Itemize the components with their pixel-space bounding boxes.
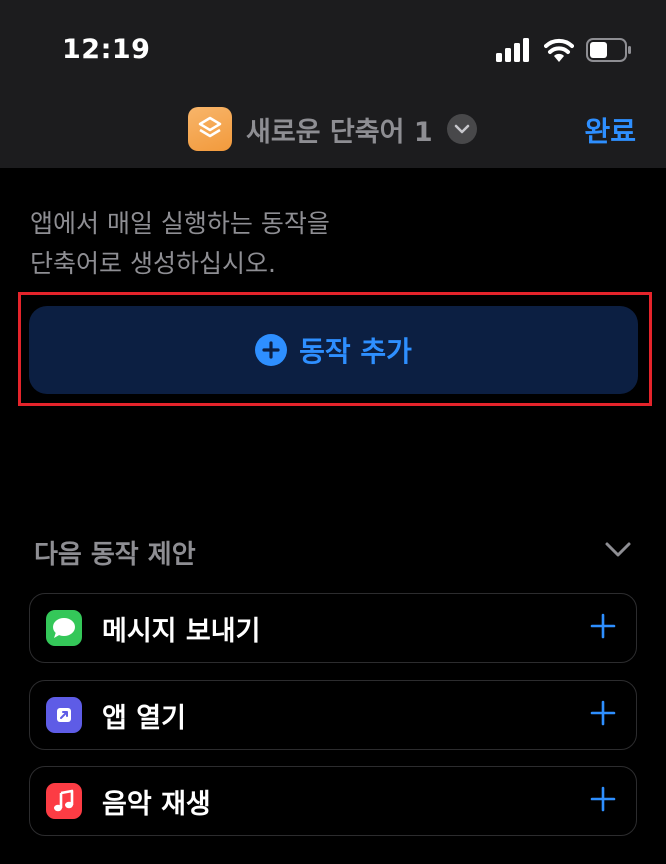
- add-action-button[interactable]: 동작 추가: [29, 306, 638, 394]
- status-icons: [496, 38, 632, 66]
- suggestion-label: 메시지 보내기: [102, 615, 261, 647]
- music-icon: [46, 783, 82, 819]
- suggestion-row-play-music[interactable]: 음악 재생: [29, 766, 637, 836]
- suggestions-title: 다음 동작 제안: [34, 539, 196, 570]
- add-icon[interactable]: [590, 613, 616, 643]
- suggestion-label: 앱 열기: [102, 702, 186, 734]
- add-icon[interactable]: [590, 700, 616, 730]
- suggestion-row-open-app[interactable]: 앱 열기: [29, 680, 637, 750]
- shortcut-title: 새로운 단축어 1: [246, 116, 433, 148]
- shortcuts-app-icon: [188, 107, 232, 151]
- description: 앱에서 매일 실행하는 동작을 단축어로 생성하십시오.: [30, 204, 630, 284]
- suggestions-header: 다음 동작 제안: [34, 530, 632, 574]
- suggestion-label: 음악 재생: [102, 788, 211, 820]
- chevron-down-icon[interactable]: [604, 541, 632, 563]
- add-icon[interactable]: [590, 786, 616, 816]
- cellular-signal-icon: [496, 38, 532, 66]
- chevron-down-icon[interactable]: [446, 114, 477, 144]
- messages-icon: [46, 610, 82, 646]
- add-action-label: 동작 추가: [299, 335, 412, 368]
- open-app-icon: [46, 697, 82, 733]
- suggestion-row-send-message[interactable]: 메시지 보내기: [29, 593, 637, 663]
- wifi-icon: [544, 38, 574, 66]
- shortcut-title-menu[interactable]: 새로운 단축어 1: [188, 106, 477, 152]
- done-button[interactable]: 완료: [584, 110, 636, 150]
- description-line-2: 단축어로 생성하십시오.: [30, 249, 276, 278]
- nav-bar: 새로운 단축어 1 완료: [0, 100, 666, 168]
- battery-icon: [586, 38, 632, 66]
- status-bar: 12:19: [0, 0, 666, 100]
- status-time: 12:19: [62, 34, 151, 65]
- plus-circle-icon: [255, 334, 288, 366]
- description-line-1: 앱에서 매일 실행하는 동작을: [30, 209, 330, 238]
